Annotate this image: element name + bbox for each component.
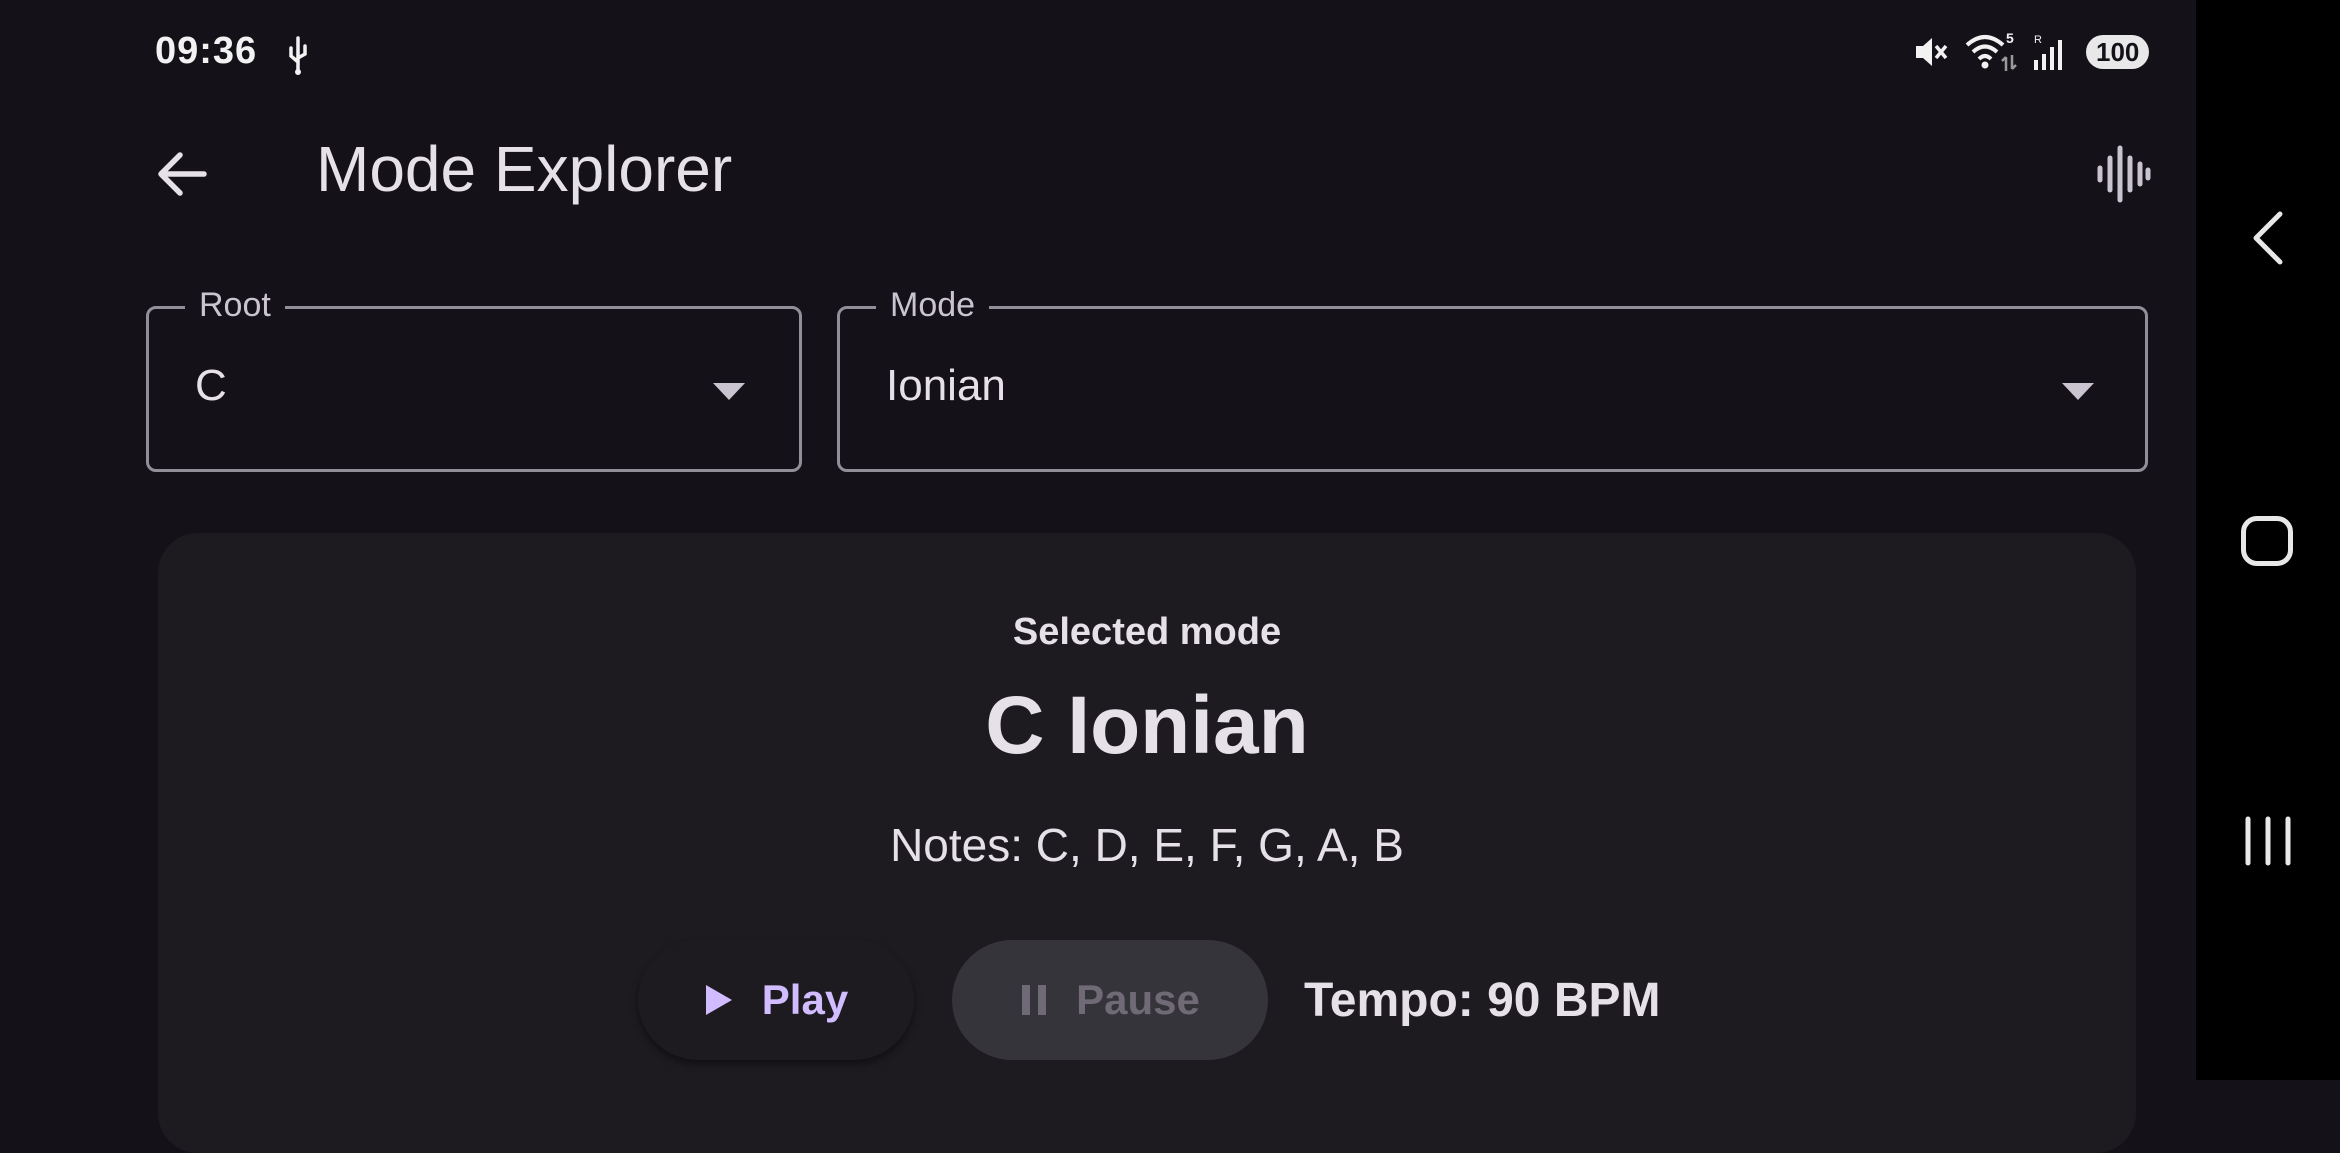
play-label: Play bbox=[761, 976, 849, 1023]
mode-dropdown[interactable]: Mode Ionian bbox=[837, 283, 2148, 472]
battery-indicator: 100 bbox=[2086, 35, 2150, 69]
dropdown-arrow-icon bbox=[713, 383, 745, 400]
pause-label: Pause bbox=[1076, 976, 1200, 1023]
page-title: Mode Explorer bbox=[316, 133, 733, 205]
dropdown-arrow-icon bbox=[2062, 383, 2094, 400]
waveform-icon[interactable] bbox=[2090, 142, 2154, 206]
system-nav-bar bbox=[2196, 0, 2340, 1080]
pause-button[interactable]: Pause bbox=[952, 940, 1268, 1060]
mode-label: Mode bbox=[876, 283, 990, 327]
nav-recents-icon[interactable] bbox=[2240, 815, 2296, 867]
root-label: Root bbox=[185, 283, 285, 327]
status-icons: 5 R 100 bbox=[1912, 30, 2150, 74]
root-value: C bbox=[195, 361, 227, 410]
tempo-display: Tempo: 90 BPM bbox=[1304, 974, 1661, 1027]
play-button[interactable]: Play bbox=[638, 940, 914, 1060]
app-screen: 09:36 5 R 100 Mode Explorer Root C Mode … bbox=[0, 0, 2196, 1153]
svg-text:R: R bbox=[2034, 34, 2042, 46]
selected-mode-label: Selected mode bbox=[1012, 611, 1282, 653]
pause-icon bbox=[1022, 985, 1047, 1015]
mode-notes: Notes: C, D, E, F, G, A, B bbox=[890, 819, 1404, 871]
nav-home-icon[interactable] bbox=[2241, 516, 2293, 566]
usb-icon bbox=[289, 36, 307, 75]
mode-value: Ionian bbox=[886, 361, 1006, 410]
status-time: 09:36 bbox=[155, 30, 258, 72]
signal-icon: R bbox=[2034, 34, 2062, 70]
wifi-icon: 5 bbox=[1965, 31, 2017, 71]
root-dropdown[interactable]: Root C bbox=[146, 283, 802, 472]
arrow-back-icon[interactable] bbox=[150, 140, 214, 204]
selected-mode-title: C Ionian bbox=[985, 680, 1309, 771]
selected-mode-card: Selected mode C Ionian Notes: C, D, E, F… bbox=[158, 533, 2136, 1153]
nav-back-icon[interactable] bbox=[2240, 208, 2296, 268]
play-icon bbox=[705, 985, 732, 1015]
wifi-badge: 5 bbox=[2006, 31, 2014, 46]
mute-icon bbox=[1916, 38, 1948, 66]
